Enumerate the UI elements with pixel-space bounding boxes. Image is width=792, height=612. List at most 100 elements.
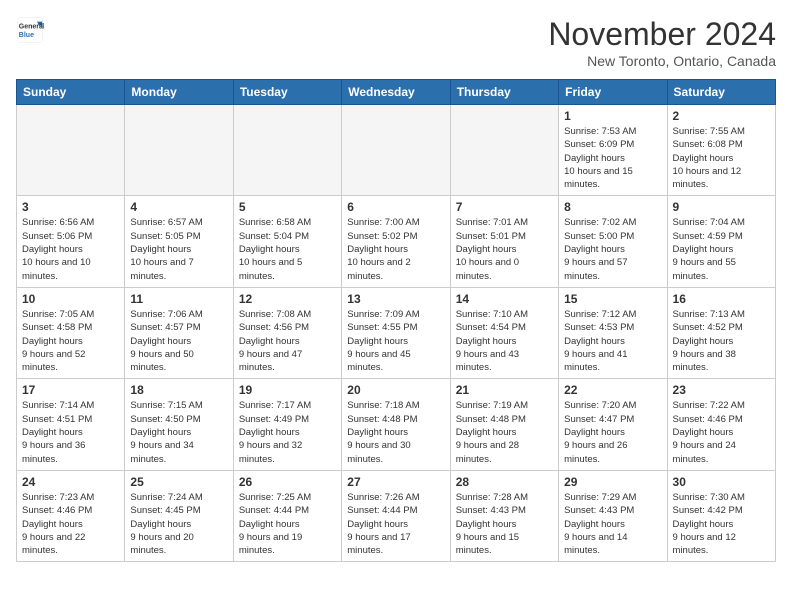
weekday-header: Monday bbox=[125, 80, 233, 105]
logo: General Blue bbox=[16, 16, 44, 44]
calendar-week-row: 3 Sunrise: 6:56 AMSunset: 5:06 PMDaylight… bbox=[17, 196, 776, 287]
day-info: Sunrise: 7:04 AMSunset: 4:59 PMDaylight … bbox=[673, 216, 770, 282]
calendar-week-row: 24 Sunrise: 7:23 AMSunset: 4:46 PMDayligh… bbox=[17, 470, 776, 561]
calendar-day-cell: 4 Sunrise: 6:57 AMSunset: 5:05 PMDaylight… bbox=[125, 196, 233, 287]
calendar-day-cell: 1Sunrise: 7:53 AMSunset: 6:09 PMDaylight… bbox=[559, 105, 667, 196]
calendar-day-cell: 8 Sunrise: 7:02 AMSunset: 5:00 PMDaylight… bbox=[559, 196, 667, 287]
calendar-day-cell: 13 Sunrise: 7:09 AMSunset: 4:55 PMDayligh… bbox=[342, 287, 450, 378]
svg-text:Blue: Blue bbox=[19, 32, 34, 39]
day-number: 6 bbox=[347, 200, 444, 214]
title-block: November 2024 New Toronto, Ontario, Cana… bbox=[548, 16, 776, 69]
calendar-week-row: 10 Sunrise: 7:05 AMSunset: 4:58 PMDayligh… bbox=[17, 287, 776, 378]
calendar-day-cell: 28 Sunrise: 7:28 AMSunset: 4:43 PMDayligh… bbox=[450, 470, 558, 561]
day-info: Sunrise: 6:57 AMSunset: 5:05 PMDaylight … bbox=[130, 216, 227, 282]
day-number: 17 bbox=[22, 383, 119, 397]
day-info: Sunrise: 7:13 AMSunset: 4:52 PMDaylight … bbox=[673, 308, 770, 374]
calendar-day-cell: 16Sunrise: 7:13 AMSunset: 4:52 PMDayligh… bbox=[667, 287, 775, 378]
calendar-day-cell bbox=[342, 105, 450, 196]
calendar-day-cell: 14Sunrise: 7:10 AMSunset: 4:54 PMDayligh… bbox=[450, 287, 558, 378]
calendar-day-cell: 29 Sunrise: 7:29 AMSunset: 4:43 PMDayligh… bbox=[559, 470, 667, 561]
day-info: Sunrise: 7:22 AMSunset: 4:46 PMDaylight … bbox=[673, 399, 770, 465]
day-info: Sunrise: 7:00 AMSunset: 5:02 PMDaylight … bbox=[347, 216, 444, 282]
calendar-day-cell: 24 Sunrise: 7:23 AMSunset: 4:46 PMDayligh… bbox=[17, 470, 125, 561]
location: New Toronto, Ontario, Canada bbox=[548, 53, 776, 69]
day-number: 30 bbox=[673, 475, 770, 489]
calendar-day-cell bbox=[125, 105, 233, 196]
day-number: 4 bbox=[130, 200, 227, 214]
day-number: 7 bbox=[456, 200, 553, 214]
day-info: Sunrise: 7:18 AMSunset: 4:48 PMDaylight … bbox=[347, 399, 444, 465]
day-info: Sunrise: 7:06 AMSunset: 4:57 PMDaylight … bbox=[130, 308, 227, 374]
weekday-header: Friday bbox=[559, 80, 667, 105]
calendar-day-cell: 23 Sunrise: 7:22 AMSunset: 4:46 PMDayligh… bbox=[667, 379, 775, 470]
day-number: 12 bbox=[239, 292, 336, 306]
calendar-day-cell: 10 Sunrise: 7:05 AMSunset: 4:58 PMDayligh… bbox=[17, 287, 125, 378]
day-number: 3 bbox=[22, 200, 119, 214]
day-number: 15 bbox=[564, 292, 661, 306]
weekday-header: Saturday bbox=[667, 80, 775, 105]
day-number: 13 bbox=[347, 292, 444, 306]
day-info: Sunrise: 7:24 AMSunset: 4:45 PMDaylight … bbox=[130, 491, 227, 557]
weekday-header: Tuesday bbox=[233, 80, 341, 105]
day-info: Sunrise: 7:12 AMSunset: 4:53 PMDaylight … bbox=[564, 308, 661, 374]
calendar-day-cell: 5 Sunrise: 6:58 AMSunset: 5:04 PMDaylight… bbox=[233, 196, 341, 287]
day-info: Sunrise: 7:01 AMSunset: 5:01 PMDaylight … bbox=[456, 216, 553, 282]
calendar-day-cell bbox=[450, 105, 558, 196]
day-info: Sunrise: 7:20 AMSunset: 4:47 PMDaylight … bbox=[564, 399, 661, 465]
day-number: 26 bbox=[239, 475, 336, 489]
day-number: 2 bbox=[673, 109, 770, 123]
calendar-day-cell: 22 Sunrise: 7:20 AMSunset: 4:47 PMDayligh… bbox=[559, 379, 667, 470]
day-info: Sunrise: 7:09 AMSunset: 4:55 PMDaylight … bbox=[347, 308, 444, 374]
day-number: 23 bbox=[673, 383, 770, 397]
day-info: Sunrise: 7:08 AMSunset: 4:56 PMDaylight … bbox=[239, 308, 336, 374]
day-number: 27 bbox=[347, 475, 444, 489]
day-number: 22 bbox=[564, 383, 661, 397]
day-info: Sunrise: 7:15 AMSunset: 4:50 PMDaylight … bbox=[130, 399, 227, 465]
day-number: 29 bbox=[564, 475, 661, 489]
calendar-table: SundayMondayTuesdayWednesdayThursdayFrid… bbox=[16, 79, 776, 562]
day-info: Sunrise: 7:53 AMSunset: 6:09 PMDaylight … bbox=[564, 125, 661, 191]
day-number: 20 bbox=[347, 383, 444, 397]
day-info: Sunrise: 7:30 AMSunset: 4:42 PMDaylight … bbox=[673, 491, 770, 557]
day-info: Sunrise: 7:19 AMSunset: 4:48 PMDaylight … bbox=[456, 399, 553, 465]
calendar-header-row: SundayMondayTuesdayWednesdayThursdayFrid… bbox=[17, 80, 776, 105]
page-header: General Blue November 2024 New Toronto, … bbox=[16, 16, 776, 69]
day-number: 19 bbox=[239, 383, 336, 397]
day-info: Sunrise: 7:26 AMSunset: 4:44 PMDaylight … bbox=[347, 491, 444, 557]
calendar-day-cell: 21Sunrise: 7:19 AMSunset: 4:48 PMDayligh… bbox=[450, 379, 558, 470]
day-info: Sunrise: 7:28 AMSunset: 4:43 PMDaylight … bbox=[456, 491, 553, 557]
calendar-day-cell: 30 Sunrise: 7:30 AMSunset: 4:42 PMDayligh… bbox=[667, 470, 775, 561]
day-info: Sunrise: 7:29 AMSunset: 4:43 PMDaylight … bbox=[564, 491, 661, 557]
day-info: Sunrise: 6:58 AMSunset: 5:04 PMDaylight … bbox=[239, 216, 336, 282]
calendar-day-cell bbox=[17, 105, 125, 196]
day-number: 10 bbox=[22, 292, 119, 306]
calendar-day-cell: 19 Sunrise: 7:17 AMSunset: 4:49 PMDayligh… bbox=[233, 379, 341, 470]
day-info: Sunrise: 7:55 AMSunset: 6:08 PMDaylight … bbox=[673, 125, 770, 191]
day-number: 5 bbox=[239, 200, 336, 214]
calendar-day-cell: 2 Sunrise: 7:55 AMSunset: 6:08 PMDaylight… bbox=[667, 105, 775, 196]
day-info: Sunrise: 6:56 AMSunset: 5:06 PMDaylight … bbox=[22, 216, 119, 282]
month-title: November 2024 bbox=[548, 16, 776, 53]
day-number: 9 bbox=[673, 200, 770, 214]
calendar-day-cell: 18Sunrise: 7:15 AMSunset: 4:50 PMDayligh… bbox=[125, 379, 233, 470]
day-info: Sunrise: 7:05 AMSunset: 4:58 PMDaylight … bbox=[22, 308, 119, 374]
weekday-header: Wednesday bbox=[342, 80, 450, 105]
day-info: Sunrise: 7:14 AMSunset: 4:51 PMDaylight … bbox=[22, 399, 119, 465]
day-info: Sunrise: 7:17 AMSunset: 4:49 PMDaylight … bbox=[239, 399, 336, 465]
day-number: 11 bbox=[130, 292, 227, 306]
day-info: Sunrise: 7:10 AMSunset: 4:54 PMDaylight … bbox=[456, 308, 553, 374]
calendar-day-cell: 11 Sunrise: 7:06 AMSunset: 4:57 PMDayligh… bbox=[125, 287, 233, 378]
calendar-day-cell: 12 Sunrise: 7:08 AMSunset: 4:56 PMDayligh… bbox=[233, 287, 341, 378]
calendar-day-cell bbox=[233, 105, 341, 196]
weekday-header: Sunday bbox=[17, 80, 125, 105]
calendar-day-cell: 20 Sunrise: 7:18 AMSunset: 4:48 PMDayligh… bbox=[342, 379, 450, 470]
calendar-day-cell: 15 Sunrise: 7:12 AMSunset: 4:53 PMDayligh… bbox=[559, 287, 667, 378]
calendar-day-cell: 9 Sunrise: 7:04 AMSunset: 4:59 PMDaylight… bbox=[667, 196, 775, 287]
day-info: Sunrise: 7:25 AMSunset: 4:44 PMDaylight … bbox=[239, 491, 336, 557]
day-number: 28 bbox=[456, 475, 553, 489]
calendar-day-cell: 3 Sunrise: 6:56 AMSunset: 5:06 PMDaylight… bbox=[17, 196, 125, 287]
day-info: Sunrise: 7:02 AMSunset: 5:00 PMDaylight … bbox=[564, 216, 661, 282]
day-number: 8 bbox=[564, 200, 661, 214]
day-number: 24 bbox=[22, 475, 119, 489]
day-info: Sunrise: 7:23 AMSunset: 4:46 PMDaylight … bbox=[22, 491, 119, 557]
